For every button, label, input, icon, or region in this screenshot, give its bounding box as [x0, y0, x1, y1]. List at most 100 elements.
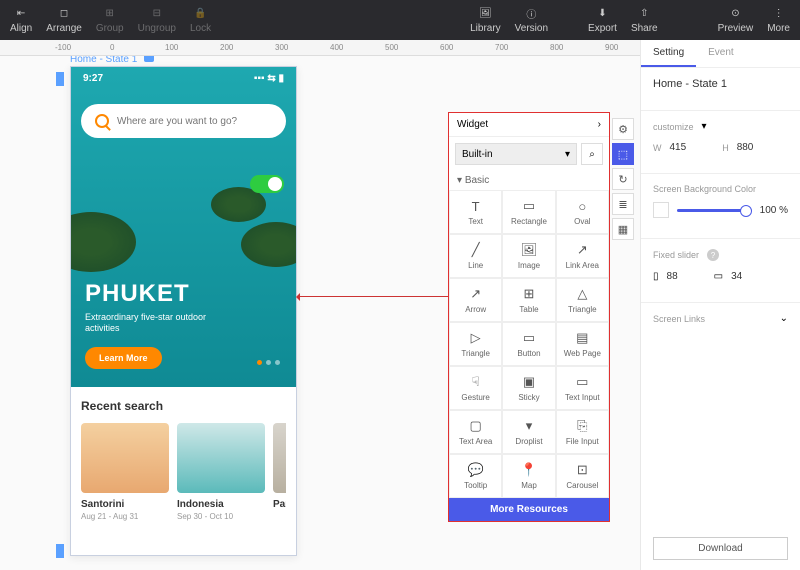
share-button[interactable]: ⇧Share	[631, 7, 658, 34]
pin-icon[interactable]	[144, 56, 154, 62]
carousel-icon: ⊡	[574, 462, 590, 478]
ungroup-button[interactable]: ⊟Ungroup	[138, 7, 176, 34]
oval-icon: ○	[574, 198, 590, 214]
toggle-switch[interactable]	[250, 175, 284, 193]
widget-image[interactable]: 🖼Image	[502, 234, 555, 278]
widget-line[interactable]: ╱Line	[449, 234, 502, 278]
status-bar: 9:27 ▪▪▪ ⇆ ▮	[71, 67, 296, 90]
more-resources-button[interactable]: More Resources	[449, 498, 609, 521]
arrange-button[interactable]: ◻Arrange	[46, 7, 82, 34]
panel-tabs: Setting Event	[641, 40, 800, 68]
widget-header[interactable]: Widget ›	[449, 113, 609, 137]
help-icon[interactable]: ?	[707, 249, 719, 261]
widget-button[interactable]: ▭Button	[502, 322, 555, 366]
widget-search-button[interactable]: ⌕	[581, 143, 603, 165]
device-icon: ▭	[714, 271, 723, 282]
widget-text[interactable]: TText	[449, 190, 502, 234]
map-icon: 📍	[521, 462, 537, 478]
widget-category-select[interactable]: Built-in ▾	[455, 143, 577, 165]
refresh-icon[interactable]: ↻	[612, 168, 634, 190]
library-button[interactable]: 🖼Library	[470, 7, 501, 34]
lock-icon: 🔒	[194, 7, 208, 21]
recent-card[interactable]: Paris	[273, 423, 286, 521]
width-input[interactable]: 415	[670, 142, 687, 153]
widget-tooltip[interactable]: 💬Tooltip	[449, 454, 502, 498]
search-icon	[95, 114, 109, 128]
widget-text-input[interactable]: ▭Text Input	[556, 366, 609, 410]
height-input[interactable]: 880	[737, 142, 754, 153]
selection-marker	[56, 72, 64, 86]
lock-button[interactable]: 🔒Lock	[190, 7, 211, 34]
recent-card[interactable]: SantoriniAug 21 - Aug 31	[81, 423, 169, 521]
state-title: Home - State 1	[653, 78, 788, 90]
search-input[interactable]	[117, 116, 272, 127]
annotation-arrow	[298, 296, 450, 297]
widget-link-area[interactable]: ↗Link Area	[556, 234, 609, 278]
group-button[interactable]: ⊞Group	[96, 7, 124, 34]
breadcrumb[interactable]: Home - State 1	[70, 56, 154, 65]
widget-carousel[interactable]: ⊡Carousel	[556, 454, 609, 498]
group-icon: ⊞	[103, 7, 117, 21]
gesture-icon: ☟	[468, 374, 484, 390]
layers-icon[interactable]: ≣	[612, 193, 634, 215]
hero-title: PHUKET	[85, 280, 282, 308]
learn-more-button[interactable]: Learn More	[85, 347, 162, 369]
widget-triangle[interactable]: ▷Triangle	[449, 322, 502, 366]
widget-map[interactable]: 📍Map	[502, 454, 555, 498]
export-button[interactable]: ⬇Export	[588, 7, 617, 34]
selection-marker	[56, 544, 64, 558]
grid-icon[interactable]: ▦	[612, 218, 634, 240]
widget-arrow[interactable]: ↗Arrow	[449, 278, 502, 322]
text-area-icon: ▢	[468, 418, 484, 434]
preview-button[interactable]: ⊙Preview	[718, 7, 754, 34]
version-button[interactable]: ⓘVersion	[515, 7, 548, 34]
widget-triangle[interactable]: △Triangle	[556, 278, 609, 322]
opacity-slider[interactable]	[677, 209, 752, 212]
preview-icon: ⊙	[728, 7, 742, 21]
link-area-icon: ↗	[574, 242, 590, 258]
widget-category-label[interactable]: ▾ Basic	[449, 171, 609, 190]
chevron-down-icon: ▾	[565, 149, 570, 160]
pagination-dots[interactable]	[257, 360, 280, 365]
customize-dropdown[interactable]: customize ▾	[653, 121, 788, 132]
arrange-icon: ◻	[57, 7, 71, 21]
download-button[interactable]: Download	[653, 537, 788, 560]
widget-oval[interactable]: ○Oval	[556, 190, 609, 234]
table-icon: ⊞	[521, 286, 537, 302]
card-date: Sep 30 - Oct 10	[177, 512, 265, 521]
color-swatch[interactable]	[653, 202, 669, 218]
align-icon: ⇤	[14, 7, 28, 21]
phone-mockup[interactable]: 9:27 ▪▪▪ ⇆ ▮ PHUKET Extraordinary five-s…	[70, 66, 297, 556]
widget-web-page[interactable]: ▤Web Page	[556, 322, 609, 366]
tab-setting[interactable]: Setting	[641, 40, 696, 67]
version-icon: ⓘ	[524, 7, 538, 21]
droplist-icon: ▾	[521, 418, 537, 434]
search-box[interactable]	[81, 104, 286, 138]
canvas[interactable]: Home - State 1 9:27 ▪▪▪ ⇆ ▮ PHUKET Extra…	[0, 56, 640, 570]
file-input-icon: ⎘	[574, 418, 590, 434]
status-time: 9:27	[83, 73, 103, 84]
cube-icon[interactable]: ⬚	[612, 143, 634, 165]
widget-gesture[interactable]: ☟Gesture	[449, 366, 502, 410]
chevron-down-icon: ⌄	[780, 313, 788, 324]
card-date: Aug 21 - Aug 31	[81, 512, 169, 521]
settings-icon[interactable]: ⚙	[612, 118, 634, 140]
slider-val-1[interactable]: 88	[667, 271, 678, 282]
more-button[interactable]: ⋮More	[767, 7, 790, 34]
tab-event[interactable]: Event	[696, 40, 746, 67]
align-button[interactable]: ⇤Align	[10, 7, 32, 34]
search-icon: ⌕	[589, 149, 595, 160]
widget-droplist[interactable]: ▾Droplist	[502, 410, 555, 454]
widget-table[interactable]: ⊞Table	[502, 278, 555, 322]
widget-sticky[interactable]: ▣Sticky	[502, 366, 555, 410]
widget-panel: Widget › Built-in ▾ ⌕ ▾ Basic TText▭Rect…	[448, 112, 610, 522]
widget-file-input[interactable]: ⎘File Input	[556, 410, 609, 454]
tooltip-icon: 💬	[468, 462, 484, 478]
widget-rectangle[interactable]: ▭Rectangle	[502, 190, 555, 234]
recent-card[interactable]: IndonesiaSep 30 - Oct 10	[177, 423, 265, 521]
text-icon: T	[468, 198, 484, 214]
triangle-icon: △	[574, 286, 590, 302]
widget-text-area[interactable]: ▢Text Area	[449, 410, 502, 454]
slider-val-2[interactable]: 34	[731, 271, 742, 282]
screen-links-dropdown[interactable]: Screen Links ⌄	[653, 313, 788, 324]
